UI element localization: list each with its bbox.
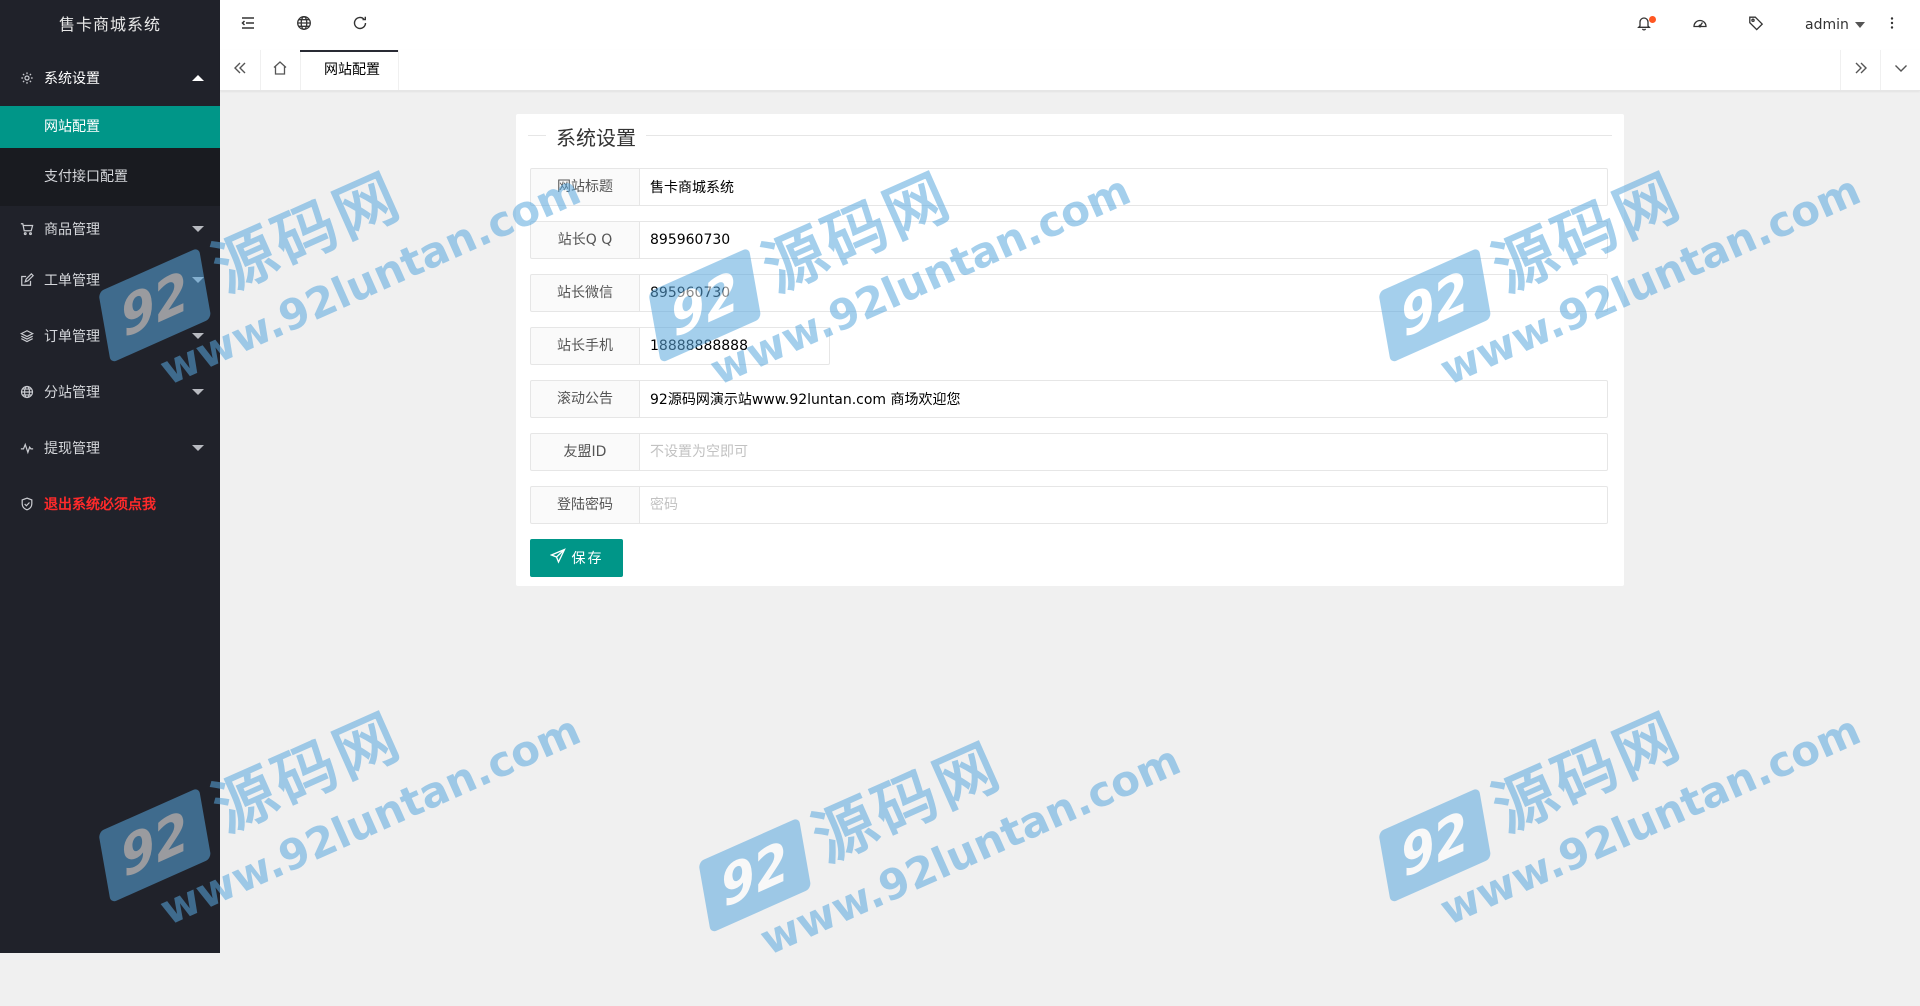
sidebar-item-label: 订单管理 bbox=[44, 329, 100, 345]
send-icon bbox=[549, 548, 572, 568]
layers-icon bbox=[20, 329, 34, 343]
form-row-qq: 站长Q Q bbox=[530, 221, 1608, 259]
watermark: 92 源码网 www.92luntan.com bbox=[1350, 619, 1868, 973]
field-label: 友盟ID bbox=[530, 433, 640, 471]
refresh-icon bbox=[352, 15, 368, 35]
watermark-badge: 92 bbox=[698, 817, 812, 934]
more-options-button[interactable] bbox=[1864, 0, 1920, 50]
shield-icon bbox=[20, 497, 34, 511]
login-password-input[interactable] bbox=[640, 486, 1608, 524]
form-row-site-title: 网站标题 bbox=[530, 168, 1608, 206]
form-row-announcement: 滚动公告 bbox=[530, 380, 1608, 418]
user-menu[interactable]: admin bbox=[1805, 0, 1865, 50]
sidebar-item-label: 提现管理 bbox=[44, 441, 100, 457]
save-button-label: 保存 bbox=[571, 551, 604, 567]
watermark-chinese: 源码网 bbox=[1482, 698, 1693, 847]
sidebar-item-tickets[interactable]: 工单管理 bbox=[0, 252, 220, 308]
dashboard-button[interactable] bbox=[1672, 0, 1728, 50]
double-chevron-left-icon bbox=[232, 60, 248, 80]
sidebar: 售卡商城系统 系统设置 网站配置 支付接口配置 商品管理 工单管理 订单管理 分… bbox=[0, 0, 220, 953]
field-label: 站长手机 bbox=[530, 327, 640, 365]
save-button[interactable]: 保存 bbox=[530, 539, 623, 577]
username: admin bbox=[1805, 17, 1849, 33]
top-header: admin bbox=[220, 0, 1920, 51]
watermark-chinese: 源码网 bbox=[202, 158, 413, 307]
form-row-login-password: 登陆密码 bbox=[530, 486, 1608, 524]
cart-icon bbox=[20, 222, 34, 236]
phone-input[interactable] bbox=[640, 327, 830, 365]
pulse-icon bbox=[20, 441, 34, 455]
tags-button[interactable] bbox=[1728, 0, 1784, 50]
tabs-dropdown-button[interactable] bbox=[1880, 50, 1920, 90]
double-chevron-right-icon bbox=[1853, 60, 1869, 80]
tabs-scroll-left-button[interactable] bbox=[220, 50, 261, 90]
dashboard-icon bbox=[1692, 15, 1708, 35]
tag-icon bbox=[1748, 15, 1764, 35]
home-tab-button[interactable] bbox=[260, 50, 301, 90]
watermark-chinese: 源码网 bbox=[802, 728, 1013, 877]
watermark-chinese: 源码网 bbox=[202, 698, 413, 847]
sidebar-item-label: 退出系统必须点我 bbox=[44, 497, 156, 513]
settings-card: 系统设置 网站标题 站长Q Q 站长微信 站长手机 滚动公告 友盟ID 登陆密码… bbox=[516, 114, 1624, 586]
menu-fold-icon bbox=[240, 15, 256, 35]
form-row-wechat: 站长微信 bbox=[530, 274, 1608, 312]
caret-down-icon bbox=[192, 277, 204, 283]
caret-down-icon bbox=[192, 333, 204, 339]
notifications-button[interactable] bbox=[1616, 0, 1672, 50]
menu-fold-button[interactable] bbox=[220, 0, 276, 50]
sidebar-subitem-payment-config[interactable]: 支付接口配置 bbox=[0, 148, 220, 206]
announcement-input[interactable] bbox=[640, 380, 1608, 418]
form-row-umeng-id: 友盟ID bbox=[530, 433, 1608, 471]
sidebar-item-products[interactable]: 商品管理 bbox=[0, 206, 220, 252]
site-title-input[interactable] bbox=[640, 168, 1608, 206]
caret-down-icon bbox=[192, 389, 204, 395]
refresh-button[interactable] bbox=[332, 0, 388, 50]
tabs-bar: 网站配置 bbox=[220, 50, 1920, 91]
sidebar-item-substations[interactable]: 分站管理 bbox=[0, 364, 220, 420]
wechat-input[interactable] bbox=[640, 274, 1608, 312]
watermark-url: www.92luntan.com bbox=[1432, 705, 1868, 935]
website-button[interactable] bbox=[276, 0, 332, 50]
watermark-url: www.92luntan.com bbox=[752, 735, 1188, 965]
watermark-badge: 92 bbox=[1378, 787, 1492, 904]
sidebar-item-label: 分站管理 bbox=[44, 385, 100, 401]
home-icon bbox=[272, 60, 288, 80]
sidebar-subitem-site-config[interactable]: 网站配置 bbox=[0, 106, 220, 148]
fieldset-divider bbox=[528, 135, 1612, 136]
sidebar-item-system-settings[interactable]: 系统设置 bbox=[0, 50, 220, 106]
sidebar-item-orders[interactable]: 订单管理 bbox=[0, 308, 220, 364]
field-label: 站长Q Q bbox=[530, 221, 640, 259]
globe-icon bbox=[296, 15, 312, 35]
form-row-phone: 站长手机 bbox=[530, 327, 830, 365]
app-title: 售卡商城系统 bbox=[58, 15, 161, 34]
chevron-down-icon bbox=[1893, 60, 1909, 80]
caret-down-icon bbox=[192, 445, 204, 451]
field-label: 滚动公告 bbox=[530, 380, 640, 418]
sidebar-item-label: 工单管理 bbox=[44, 273, 100, 289]
sidebar-item-label: 系统设置 bbox=[44, 71, 100, 87]
umeng-id-input[interactable] bbox=[640, 433, 1608, 471]
more-vertical-icon bbox=[1884, 15, 1900, 35]
fieldset-legend: 系统设置 bbox=[546, 122, 646, 151]
qq-input[interactable] bbox=[640, 221, 1608, 259]
sidebar-item-label: 商品管理 bbox=[44, 222, 100, 238]
globe-icon bbox=[20, 385, 34, 399]
tabs-scroll-right-button[interactable] bbox=[1840, 50, 1881, 90]
sidebar-item-logout[interactable]: 退出系统必须点我 bbox=[0, 476, 220, 532]
caret-up-icon bbox=[192, 75, 204, 81]
sidebar-submenu: 网站配置 支付接口配置 bbox=[0, 106, 220, 206]
caret-down-icon bbox=[192, 226, 204, 232]
gear-icon bbox=[20, 71, 34, 85]
field-label: 网站标题 bbox=[530, 168, 640, 206]
edit-icon bbox=[20, 273, 34, 287]
notification-dot bbox=[1649, 16, 1656, 23]
watermark: 92 源码网 www.92luntan.com bbox=[670, 649, 1188, 1003]
field-label: 站长微信 bbox=[530, 274, 640, 312]
tab-site-config[interactable]: 网站配置 bbox=[300, 50, 399, 90]
sidebar-item-withdrawals[interactable]: 提现管理 bbox=[0, 420, 220, 476]
field-label: 登陆密码 bbox=[530, 486, 640, 524]
